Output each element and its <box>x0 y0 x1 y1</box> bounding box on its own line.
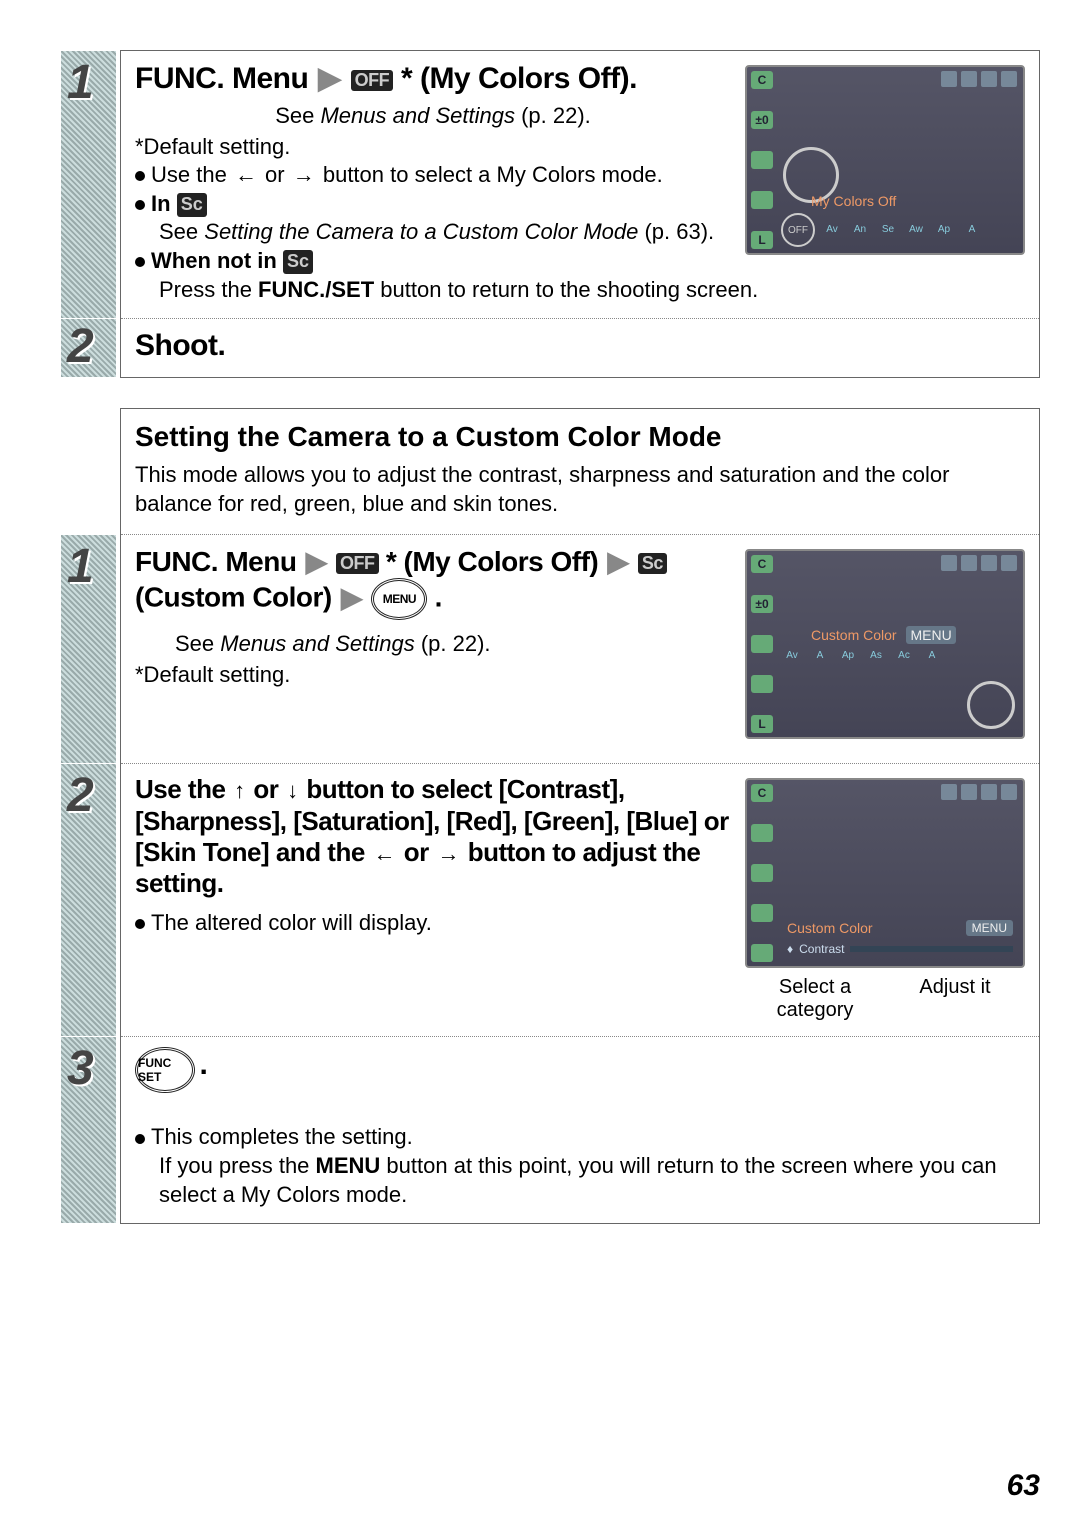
arrow-right-icon: ▶ <box>306 545 327 578</box>
sc-mode-icon: Sc <box>177 193 207 216</box>
caption-adjust: Adjust it <box>885 976 1025 1022</box>
step-number-strip: 1 <box>61 51 116 318</box>
selection-circle-icon <box>967 681 1015 729</box>
arrow-down-icon: ↓ <box>287 778 298 803</box>
menu-pill: MENU <box>966 920 1013 936</box>
screenshot-caption: Select a category Adjust it <box>745 976 1025 1022</box>
contrast-slider: ♦Contrast <box>787 942 1013 956</box>
camera-screenshot-2: C±0L Custom Color MENU Av A Ap As Ac A <box>745 549 1025 739</box>
step-number-3: 3 <box>67 1041 94 1096</box>
bullet-icon <box>135 171 145 181</box>
arrow-left-icon: ← <box>374 841 396 866</box>
sc-mode-icon: Sc <box>283 250 313 273</box>
step-number-1b: 1 <box>67 539 94 594</box>
step-number-2b: 2 <box>67 768 94 823</box>
bullet-icon <box>135 1134 145 1144</box>
page-number: 63 <box>1007 1469 1040 1503</box>
bullet-icon <box>135 200 145 210</box>
step-number-strip: 3 <box>61 1037 116 1223</box>
step2-heading: Shoot. <box>135 329 1025 363</box>
off-chip-icon: OFF <box>781 213 815 247</box>
completes-note: This completes the setting. <box>135 1123 1025 1152</box>
arrow-left-icon: ← <box>235 162 257 187</box>
bullet-icon <box>135 919 145 929</box>
menu-button-icon: MENU <box>371 578 427 620</box>
off-icon: OFF <box>336 553 379 574</box>
step-number-2: 2 <box>67 319 94 374</box>
section-title: Setting the Camera to a Custom Color Mod… <box>135 421 1025 453</box>
bullet-icon <box>135 257 145 267</box>
arrow-right-icon: ▶ <box>318 61 341 96</box>
menu-pill: MENU <box>906 626 955 644</box>
screenshot3-label: Custom Color <box>787 920 873 936</box>
arrow-right-icon: ▶ <box>608 545 629 578</box>
arrow-right-small-icon: → <box>293 162 315 187</box>
section-intro: This mode allows you to adjust the contr… <box>135 461 1025 518</box>
step-number-strip: 2 <box>61 764 116 1036</box>
arrow-up-icon: ↑ <box>234 778 245 803</box>
camera-screenshot-3: C Custom Color MENU ♦Contrast <box>745 778 1025 968</box>
screenshot-mode-label: My Colors Off <box>811 193 1017 209</box>
arrow-right-icon: ▶ <box>341 581 362 614</box>
func-set-button-icon: FUNC SET <box>135 1047 195 1093</box>
sc-mode-icon: Sc <box>638 553 667 574</box>
off-icon: OFF <box>351 70 394 91</box>
procedure-block-1: 1 C±0L My Colors Off OFF Av An Se <box>120 50 1040 378</box>
not-in-sc-body: Press the FUNC./SET button to return to … <box>159 276 1025 305</box>
step-number-strip: 1 <box>61 535 116 763</box>
step-number-1: 1 <box>67 55 94 110</box>
menu-return-note: If you press the MENU button at this poi… <box>159 1152 1025 1209</box>
camera-screenshot-1: C±0L My Colors Off OFF Av An Se Aw Ap A <box>745 65 1025 255</box>
arrow-right-small-icon: → <box>437 841 459 866</box>
screenshot2-label: Custom Color <box>811 627 897 643</box>
step-number-strip: 2 <box>61 319 116 377</box>
procedure-block-2: Setting the Camera to a Custom Color Mod… <box>120 408 1040 1224</box>
caption-select: Select a category <box>745 976 885 1022</box>
